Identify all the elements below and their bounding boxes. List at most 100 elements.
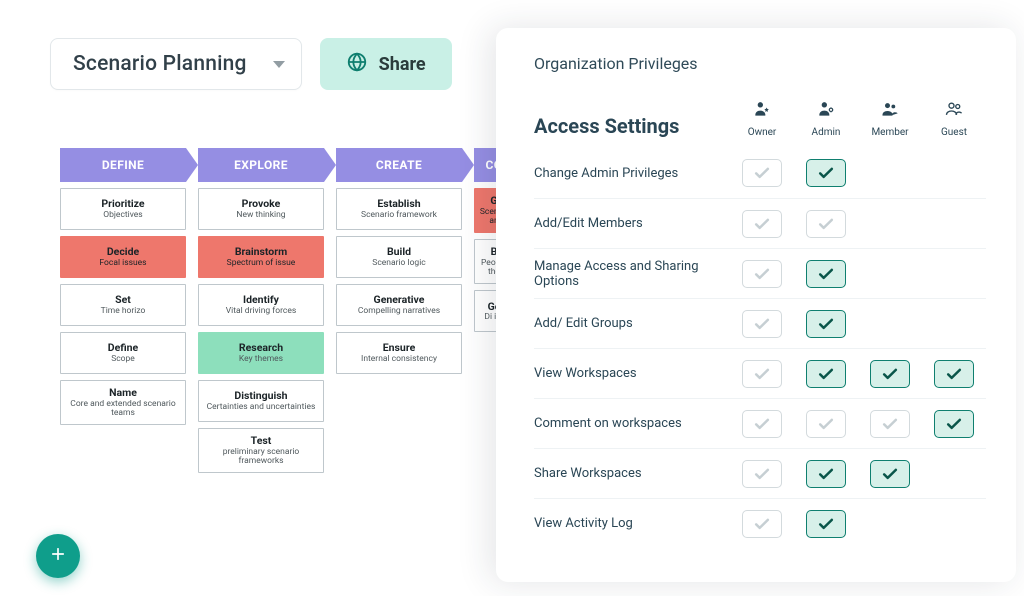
card-title: Brainstorm bbox=[235, 246, 287, 258]
add-button[interactable] bbox=[36, 534, 80, 578]
privilege-cell bbox=[922, 410, 986, 438]
board-card[interactable]: Testpreliminary scenario frameworks bbox=[198, 428, 324, 473]
privilege-toggle[interactable] bbox=[870, 410, 910, 438]
card-subtitle: Focal issues bbox=[99, 259, 146, 268]
board-column: DEFINE PrioritizeObjectives DecideFocal is… bbox=[60, 148, 186, 473]
privilege-cell bbox=[730, 360, 794, 388]
privilege-cell bbox=[730, 310, 794, 338]
board-card[interactable]: ProvokeNew thinking bbox=[198, 188, 324, 230]
card-subtitle: Certainties and uncertainties bbox=[207, 403, 316, 412]
board-column: CREATE EstablishScenario framework BuildSc… bbox=[336, 148, 462, 473]
privilege-toggle[interactable] bbox=[742, 210, 782, 238]
scenario-board: DEFINE PrioritizeObjectives DecideFocal is… bbox=[60, 148, 514, 473]
privilege-toggle[interactable] bbox=[934, 360, 974, 388]
board-card[interactable]: BuildScenario logic bbox=[336, 236, 462, 278]
privilege-row: View Activity Log bbox=[534, 498, 986, 548]
privilege-cell bbox=[794, 159, 858, 187]
card-subtitle: Scope bbox=[111, 355, 135, 364]
card-title: Define bbox=[108, 342, 138, 354]
board-card[interactable]: DecideFocal issues bbox=[60, 236, 186, 278]
privilege-cell bbox=[794, 360, 858, 388]
privilege-toggle[interactable] bbox=[934, 410, 974, 438]
privilege-toggle[interactable] bbox=[870, 360, 910, 388]
privilege-toggle[interactable] bbox=[806, 410, 846, 438]
privilege-toggle[interactable] bbox=[806, 210, 846, 238]
board-card[interactable]: IdentifyVital driving forces bbox=[198, 284, 324, 326]
privilege-row: Change Admin Privileges bbox=[534, 148, 986, 198]
privilege-cell bbox=[730, 260, 794, 288]
plus-icon bbox=[48, 544, 68, 568]
privilege-name: View Workspaces bbox=[534, 366, 730, 381]
column-header-label: EXPLORE bbox=[234, 158, 288, 172]
card-title: Research bbox=[239, 342, 283, 354]
card-subtitle: Key themes bbox=[239, 355, 283, 364]
users-icon bbox=[880, 99, 900, 123]
board-card[interactable]: DistinguishCertainties and uncertainties bbox=[198, 380, 324, 422]
column-header: CREATE bbox=[336, 148, 462, 182]
project-selector[interactable]: Scenario Planning bbox=[50, 38, 302, 90]
board-card[interactable]: DefineScope bbox=[60, 332, 186, 374]
column-header-label: CREATE bbox=[376, 158, 422, 172]
role-label: Member bbox=[871, 127, 908, 138]
board-card[interactable]: EnsureInternal consistency bbox=[336, 332, 462, 374]
globe-icon bbox=[346, 51, 368, 77]
board-card[interactable]: PrioritizeObjectives bbox=[60, 188, 186, 230]
privilege-cell bbox=[794, 260, 858, 288]
board-card[interactable]: BrainstormSpectrum of issue bbox=[198, 236, 324, 278]
privilege-toggle[interactable] bbox=[742, 360, 782, 388]
card-title: Identify bbox=[243, 294, 279, 306]
role-guest: Guest bbox=[922, 99, 986, 138]
privilege-toggle[interactable] bbox=[742, 460, 782, 488]
role-label: Guest bbox=[941, 127, 967, 138]
privilege-row: Share Workspaces bbox=[534, 448, 986, 498]
privilege-cell bbox=[730, 159, 794, 187]
privilege-toggle[interactable] bbox=[742, 310, 782, 338]
privilege-toggle[interactable] bbox=[806, 460, 846, 488]
card-subtitle: Scenario logic bbox=[372, 259, 425, 268]
board-card[interactable]: SetTime horizo bbox=[60, 284, 186, 326]
board-card[interactable]: ResearchKey themes bbox=[198, 332, 324, 374]
board-card[interactable]: NameCore and extended scenario teams bbox=[60, 380, 186, 425]
privilege-name: Add/Edit Members bbox=[534, 216, 730, 231]
privilege-name: Add/ Edit Groups bbox=[534, 316, 730, 331]
privilege-toggle[interactable] bbox=[742, 260, 782, 288]
privilege-cell bbox=[730, 510, 794, 538]
card-title: Test bbox=[251, 435, 272, 447]
privilege-toggle[interactable] bbox=[742, 410, 782, 438]
column-header-label: DEFINE bbox=[102, 158, 144, 172]
privilege-toggle[interactable] bbox=[742, 159, 782, 187]
privilege-toggle[interactable] bbox=[742, 510, 782, 538]
section-title: Access Settings bbox=[534, 114, 730, 138]
privilege-toggle[interactable] bbox=[806, 159, 846, 187]
privilege-cell bbox=[858, 360, 922, 388]
board-column: EXPLORE ProvokeNew thinking BrainstormSpec… bbox=[198, 148, 324, 473]
role-label: Admin bbox=[812, 127, 841, 138]
user-star-icon bbox=[752, 99, 772, 123]
privilege-cell bbox=[730, 410, 794, 438]
panel-header-row: Access Settings Owner Admin Member Guest bbox=[534, 99, 986, 138]
board-card[interactable]: EstablishScenario framework bbox=[336, 188, 462, 230]
column-header: DEFINE bbox=[60, 148, 186, 182]
column-header: EXPLORE bbox=[198, 148, 324, 182]
privilege-toggle[interactable] bbox=[806, 310, 846, 338]
card-title: Set bbox=[115, 294, 131, 306]
card-title: Build bbox=[387, 246, 411, 258]
privilege-cell bbox=[794, 510, 858, 538]
privilege-toggle[interactable] bbox=[806, 510, 846, 538]
privilege-cell bbox=[730, 210, 794, 238]
board-card[interactable]: GenerativeCompelling narratives bbox=[336, 284, 462, 326]
chevron-down-icon bbox=[273, 61, 285, 68]
card-title: Decide bbox=[107, 246, 139, 258]
users-outline-icon bbox=[944, 99, 964, 123]
role-admin: Admin bbox=[794, 99, 858, 138]
privilege-toggle[interactable] bbox=[806, 360, 846, 388]
share-button[interactable]: Share bbox=[320, 38, 452, 90]
privilege-toggle[interactable] bbox=[870, 460, 910, 488]
role-label: Owner bbox=[748, 127, 777, 138]
privilege-toggle[interactable] bbox=[806, 260, 846, 288]
top-toolbar: Scenario Planning Share bbox=[50, 38, 452, 90]
user-gear-icon bbox=[816, 99, 836, 123]
role-member: Member bbox=[858, 99, 922, 138]
privilege-cell bbox=[858, 410, 922, 438]
privilege-name: Share Workspaces bbox=[534, 466, 730, 481]
